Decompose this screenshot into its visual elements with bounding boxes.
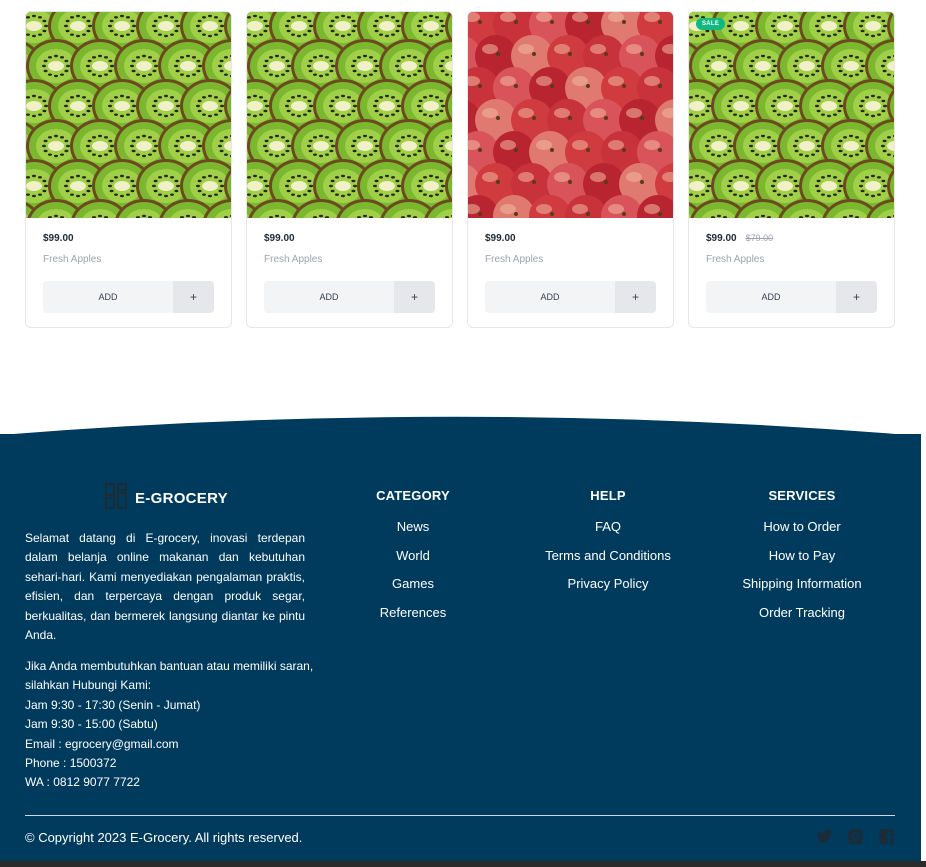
footer-divider xyxy=(25,815,895,816)
contact-hours-saturday: Jam 9:30 - 15:00 (Sabtu) xyxy=(25,717,158,732)
services-heading: SERVICES xyxy=(768,488,836,503)
increment-quantity-button[interactable]: + xyxy=(615,281,656,313)
category-heading: CATEGORY xyxy=(376,488,450,503)
product-price: $99.00 xyxy=(485,233,516,244)
product-grid: $99.00 Fresh Apples ADD + $99.00 Fresh A… xyxy=(25,11,895,328)
footer-link-terms[interactable]: Terms and Conditions xyxy=(528,542,688,571)
product-image-kiwi[interactable] xyxy=(26,12,231,218)
footer-link-how-to-order[interactable]: How to Order xyxy=(722,513,882,542)
add-to-cart-button[interactable]: ADD xyxy=(485,281,615,313)
instagram-icon[interactable] xyxy=(847,828,864,845)
add-to-cart-button[interactable]: ADD xyxy=(43,281,173,313)
product-card[interactable]: SALE $99.00 $79.00 Fresh Apples ADD + xyxy=(688,11,895,328)
footer-about-text: Selamat datang di E-grocery, inovasi ter… xyxy=(25,531,305,643)
footer-link-privacy[interactable]: Privacy Policy xyxy=(528,570,688,599)
product-name[interactable]: Fresh Apples xyxy=(264,254,435,265)
increment-quantity-button[interactable]: + xyxy=(836,281,877,313)
add-to-cart-button[interactable]: ADD xyxy=(706,281,836,313)
footer-link-references[interactable]: References xyxy=(353,599,473,628)
copyright-text: © Copyright 2023 E-Grocery. All rights r… xyxy=(25,830,303,845)
product-price: $99.00 xyxy=(706,233,737,244)
footer-contact: Jika Anda membutuhkan bantuan atau memil… xyxy=(25,657,315,793)
product-price: $99.00 xyxy=(43,233,74,244)
footer-link-world[interactable]: World xyxy=(353,542,473,571)
product-card[interactable]: $99.00 Fresh Apples ADD + xyxy=(25,11,232,328)
footer-help-column: HELP FAQ Terms and Conditions Privacy Po… xyxy=(528,488,688,599)
product-card[interactable]: $99.00 Fresh Apples ADD + xyxy=(467,11,674,328)
help-heading: HELP xyxy=(590,488,626,503)
brand-name: E-GROCERY xyxy=(135,490,228,507)
product-old-price: $79.00 xyxy=(745,233,774,243)
site-footer: E-GROCERY Selamat datang di E-grocery, i… xyxy=(0,434,921,867)
page-edge xyxy=(921,434,926,867)
social-links xyxy=(816,828,895,845)
grid-logo-icon xyxy=(105,483,127,514)
product-name[interactable]: Fresh Apples xyxy=(43,254,214,265)
footer-services-column: SERVICES How to Order How to Pay Shippin… xyxy=(722,488,882,628)
product-image-apples[interactable] xyxy=(468,12,673,218)
footer-link-how-to-pay[interactable]: How to Pay xyxy=(722,542,882,571)
contact-whatsapp: WA : 0812 9077 7722 xyxy=(25,775,140,790)
add-to-cart-button[interactable]: ADD xyxy=(264,281,394,313)
twitter-icon[interactable] xyxy=(816,828,833,845)
contact-email: Email : egrocery@gmail.com xyxy=(25,736,179,751)
facebook-icon[interactable] xyxy=(878,828,895,845)
footer-link-news[interactable]: News xyxy=(353,513,473,542)
product-name[interactable]: Fresh Apples xyxy=(706,254,877,265)
contact-hours-weekday: Jam 9:30 - 17:30 (Senin - Jumat) xyxy=(25,697,201,712)
product-image-kiwi[interactable] xyxy=(247,12,452,218)
increment-quantity-button[interactable]: + xyxy=(173,281,214,313)
footer-category-column: CATEGORY News World Games References xyxy=(353,488,473,628)
footer-link-order-tracking[interactable]: Order Tracking xyxy=(722,599,882,628)
footer-link-faq[interactable]: FAQ xyxy=(528,513,688,542)
contact-intro: Jika Anda membutuhkan bantuan atau memil… xyxy=(25,659,314,693)
footer-brand[interactable]: E-GROCERY xyxy=(105,483,228,514)
product-card[interactable]: $99.00 Fresh Apples ADD + xyxy=(246,11,453,328)
contact-phone: Phone : 1500372 xyxy=(25,756,117,771)
bottom-bar xyxy=(0,861,926,867)
sale-badge: SALE xyxy=(696,18,726,30)
footer-link-shipping[interactable]: Shipping Information xyxy=(722,570,882,599)
product-price: $99.00 xyxy=(264,233,295,244)
product-image-kiwi[interactable]: SALE xyxy=(689,12,894,218)
page: $99.00 Fresh Apples ADD + $99.00 Fresh A… xyxy=(0,0,926,867)
footer-link-games[interactable]: Games xyxy=(353,570,473,599)
product-name[interactable]: Fresh Apples xyxy=(485,254,656,265)
increment-quantity-button[interactable]: + xyxy=(394,281,435,313)
